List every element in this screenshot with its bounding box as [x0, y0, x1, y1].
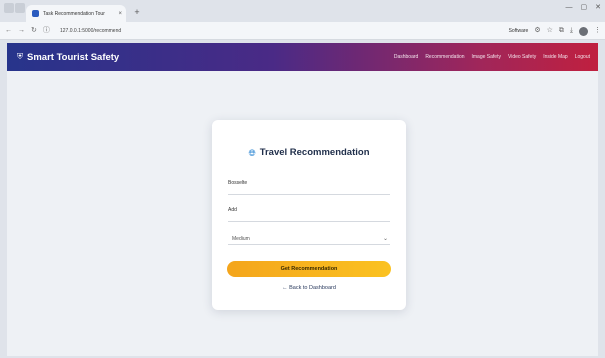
address-bar[interactable]: 127.0.0.1:5000/recommend	[52, 25, 437, 37]
info-icon[interactable]: ⓘ	[43, 27, 50, 35]
browser-tab[interactable]: Task Recommendation Tour ×	[26, 5, 126, 22]
tab-title: Task Recommendation Tour	[43, 10, 105, 17]
app-navbar: ⛨ Smart Tourist Safety Dashboard Recomme…	[7, 43, 598, 71]
window-controls: — ▢ ✕	[566, 4, 602, 12]
back-icon[interactable]: ←	[5, 27, 12, 35]
select-value: Medium	[232, 235, 250, 242]
bookmark-icon[interactable]: ☆	[547, 25, 553, 37]
recommendation-card: 🌐︎ Travel Recommendation Bosselte Add Me…	[212, 120, 406, 310]
brand-title: Smart Tourist Safety	[27, 51, 120, 63]
card-title: 🌐︎ Travel Recommendation	[212, 147, 406, 158]
second-field-input[interactable]	[228, 213, 390, 222]
brand[interactable]: ⛨ Smart Tourist Safety	[17, 52, 119, 63]
nav-link-image-safety[interactable]: Image Safety	[472, 54, 501, 60]
nav-link-inside-map[interactable]: Inside Map	[543, 54, 567, 60]
shield-icon: ⛨	[17, 52, 23, 61]
nav-link-dashboard[interactable]: Dashboard	[394, 54, 418, 60]
first-field: Bosselte	[228, 180, 390, 195]
forward-icon[interactable]: →	[18, 27, 25, 35]
browser-tab-bar: Task Recommendation Tour × + — ▢ ✕	[0, 0, 605, 22]
level-select[interactable]: Medium ⌄	[228, 233, 390, 245]
tab-history-button[interactable]	[15, 3, 25, 13]
first-field-input[interactable]	[228, 186, 390, 195]
new-tab-icon[interactable]: +	[131, 6, 143, 18]
menu-icon[interactable]: ⋮	[594, 25, 601, 37]
card-title-text: Travel Recommendation	[259, 147, 370, 158]
url-text: 127.0.0.1:5000/recommend	[60, 28, 122, 34]
tab-close-icon[interactable]: ×	[118, 11, 122, 17]
maximize-icon[interactable]: ▢	[581, 4, 588, 12]
nav-link-recommendation[interactable]: Recommendation	[425, 54, 464, 60]
nav-links: Dashboard Recommendation Image Safety Vi…	[394, 54, 590, 60]
submit-button-label: Get Recommendation	[280, 266, 338, 272]
close-window-icon[interactable]: ✕	[595, 4, 601, 12]
nav-link-logout[interactable]: Logout	[575, 54, 590, 60]
globe-icon: 🌐︎	[248, 147, 256, 158]
extension-icons: Software ⚙ ☆ ⧉ ⤓ ⋮	[509, 25, 601, 37]
nav-buttons: ← → ↻ ⓘ	[5, 27, 50, 35]
reload-icon[interactable]: ↻	[31, 27, 37, 35]
software-label[interactable]: Software	[509, 25, 529, 37]
download-icon[interactable]: ⤓	[570, 25, 573, 37]
chevron-down-icon: ⌄	[382, 236, 388, 242]
second-field: Add	[228, 207, 390, 222]
page-body: 🌐︎ Travel Recommendation Bosselte Add Me…	[7, 71, 598, 356]
minimize-icon[interactable]: —	[566, 4, 573, 12]
get-recommendation-button[interactable]: Get Recommendation	[227, 261, 391, 277]
browser-toolbar: ← → ↻ ⓘ 127.0.0.1:5000/recommend Softwar…	[0, 22, 605, 40]
settings-icon[interactable]: ⚙	[534, 25, 540, 37]
nav-link-video-safety[interactable]: Video Safety	[508, 54, 536, 60]
back-to-dashboard-link[interactable]: ← Back to Dashboard	[212, 285, 406, 291]
profile-avatar-icon[interactable]	[579, 26, 588, 36]
tab-favicon-icon	[32, 10, 39, 17]
tab-menu-button[interactable]	[4, 3, 14, 13]
extensions-icon[interactable]: ⧉	[559, 25, 564, 37]
